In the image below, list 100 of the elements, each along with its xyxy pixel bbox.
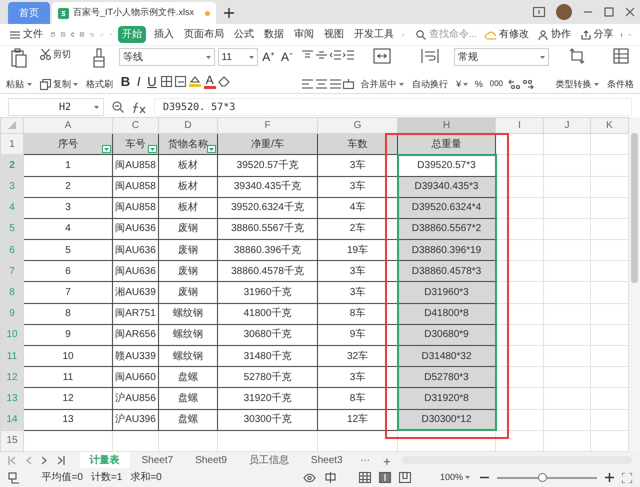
zoom-select[interactable]: 100% bbox=[438, 470, 472, 484]
sheet-tab[interactable]: Sheet9 bbox=[185, 452, 237, 468]
name-box[interactable]: H2 bbox=[8, 98, 104, 116]
distribute-icon[interactable] bbox=[343, 79, 354, 89]
align-middle-icon[interactable] bbox=[316, 50, 327, 60]
eraser-icon[interactable] bbox=[218, 76, 230, 87]
ribbon-tab[interactable]: 数据 bbox=[262, 26, 286, 43]
table-cell: 板材 bbox=[158, 197, 218, 218]
text-style-button[interactable]: I bbox=[134, 72, 143, 91]
caret-icon bbox=[540, 56, 546, 58]
center-icon[interactable] bbox=[324, 472, 338, 483]
grow-font-button[interactable]: A⁺ bbox=[260, 48, 276, 66]
indent-decrease-icon[interactable] bbox=[330, 50, 341, 60]
window-icon[interactable] bbox=[532, 7, 544, 17]
formula-field[interactable]: D39520. 57*3 bbox=[154, 98, 632, 116]
currency-button[interactable]: ¥ bbox=[454, 78, 470, 91]
merge-center-button[interactable]: 合并居中 bbox=[358, 48, 406, 91]
sheet-tab[interactable]: 员工信息 bbox=[238, 452, 299, 468]
copy-button[interactable]: 复制 bbox=[38, 78, 80, 91]
filter-button[interactable] bbox=[207, 145, 216, 154]
percent-button[interactable]: % bbox=[472, 78, 485, 91]
zoom-thumb[interactable] bbox=[538, 472, 547, 482]
table-cell: D30680*9 bbox=[398, 324, 496, 346]
justify-icon[interactable] bbox=[330, 79, 341, 89]
filter-button[interactable] bbox=[102, 145, 111, 154]
wrap-text-button[interactable]: 自动换行 bbox=[410, 48, 450, 91]
sheet-tab[interactable]: Sheet3 bbox=[300, 452, 353, 468]
paste-button[interactable]: 粘贴 bbox=[4, 48, 34, 91]
format-painter-button[interactable]: 格式刷 bbox=[84, 48, 115, 91]
sheet-tab[interactable]: Sheet7 bbox=[132, 452, 184, 468]
add-sheet-button[interactable]: + bbox=[378, 452, 396, 468]
column-header[interactable]: A bbox=[24, 118, 112, 134]
border-icon[interactable] bbox=[161, 76, 172, 87]
plus-icon[interactable] bbox=[224, 8, 234, 18]
file-menu[interactable]: 文件 bbox=[8, 26, 45, 43]
table-cell: D38860.5567*2 bbox=[398, 218, 496, 240]
number-format-select[interactable]: 常规 bbox=[454, 48, 550, 66]
font-size-select[interactable]: 11 bbox=[218, 48, 258, 66]
zoom-in-icon[interactable] bbox=[605, 473, 614, 482]
close-icon[interactable] bbox=[624, 7, 634, 17]
collapse-icon[interactable] bbox=[628, 32, 632, 38]
more-sheets-button[interactable]: ··· bbox=[354, 452, 376, 468]
table-cell: D52780*3 bbox=[398, 366, 496, 388]
column-header[interactable]: D bbox=[158, 118, 218, 134]
fill-color-icon[interactable] bbox=[188, 75, 201, 88]
text-style-button[interactable]: B bbox=[118, 72, 132, 91]
column-header[interactable]: H bbox=[398, 118, 496, 134]
fullscreen-icon[interactable] bbox=[622, 472, 632, 482]
ribbon-tab[interactable]: 开发工具 bbox=[352, 26, 396, 43]
eye-icon[interactable] bbox=[303, 472, 316, 482]
cut-button[interactable]: 剪切 bbox=[38, 48, 80, 62]
macro-icon[interactable] bbox=[8, 472, 20, 484]
ribbon-tab[interactable]: 审阅 bbox=[292, 26, 316, 43]
type-convert-button[interactable]: 类型转换 bbox=[553, 48, 601, 91]
table-cell: 31960千克 bbox=[218, 282, 318, 304]
last-sheet-icon[interactable] bbox=[56, 456, 64, 464]
conditional-format-button[interactable]: 条件格 bbox=[605, 48, 636, 91]
decrease-decimal-icon[interactable] bbox=[522, 79, 534, 90]
shrink-font-button[interactable]: A⁻ bbox=[279, 48, 296, 66]
row-header[interactable]: 1 bbox=[0, 134, 24, 155]
normal-view-icon[interactable] bbox=[358, 472, 371, 483]
header-cell: 车号 bbox=[112, 134, 158, 155]
page-break-icon[interactable] bbox=[378, 472, 391, 483]
font-color-button[interactable]: A bbox=[204, 74, 216, 89]
column-header[interactable]: F bbox=[218, 118, 318, 134]
font-select[interactable]: 等线 bbox=[118, 48, 215, 66]
header-cell: 货物名称 bbox=[158, 134, 218, 155]
next-sheet-icon[interactable] bbox=[41, 456, 47, 464]
vertical-scrollbar[interactable] bbox=[629, 117, 640, 452]
text-style-button[interactable]: U bbox=[145, 72, 159, 91]
toolbar-action[interactable]: 有修改 bbox=[483, 26, 531, 43]
increase-decimal-icon[interactable] bbox=[508, 79, 520, 90]
column-header[interactable]: C bbox=[112, 118, 158, 134]
filter-button[interactable] bbox=[148, 145, 157, 154]
first-sheet-icon[interactable] bbox=[8, 456, 16, 464]
align-top-icon[interactable] bbox=[302, 50, 314, 60]
column-header[interactable]: J bbox=[544, 118, 590, 134]
avatar[interactable] bbox=[556, 4, 572, 20]
column-header[interactable]: G bbox=[318, 118, 398, 134]
align-center-icon[interactable] bbox=[316, 79, 327, 89]
toolbar-action[interactable]: 协作 bbox=[536, 26, 574, 43]
column-header[interactable]: I bbox=[496, 118, 544, 134]
thousands-button[interactable]: 000 bbox=[488, 78, 505, 90]
column-header[interactable]: K bbox=[590, 118, 628, 134]
ribbon-tab[interactable]: 公式 bbox=[232, 26, 256, 43]
align-left-icon[interactable] bbox=[302, 79, 314, 89]
row-header[interactable]: 15 bbox=[0, 430, 24, 452]
toolbar-action[interactable]: 分享 bbox=[578, 26, 616, 43]
fill-style-icon[interactable] bbox=[175, 76, 186, 87]
ribbon-tab[interactable]: 视图 bbox=[322, 26, 346, 43]
table-cell: D41800*8 bbox=[398, 303, 496, 324]
document-tab[interactable]: 百家号_IT小人物示例文件.xlsx bbox=[52, 2, 216, 24]
zoom-icon[interactable] bbox=[112, 101, 124, 113]
maximize-icon[interactable] bbox=[604, 7, 614, 17]
ribbon-tab[interactable]: 页面布局 bbox=[182, 26, 226, 43]
ribbon-tab[interactable]: 插入 bbox=[152, 26, 176, 43]
indent-increase-icon[interactable] bbox=[343, 50, 354, 60]
header-cell: 总重量 bbox=[398, 134, 496, 155]
previous-sheet-icon[interactable] bbox=[26, 456, 32, 464]
page-layout-icon[interactable] bbox=[398, 472, 411, 483]
